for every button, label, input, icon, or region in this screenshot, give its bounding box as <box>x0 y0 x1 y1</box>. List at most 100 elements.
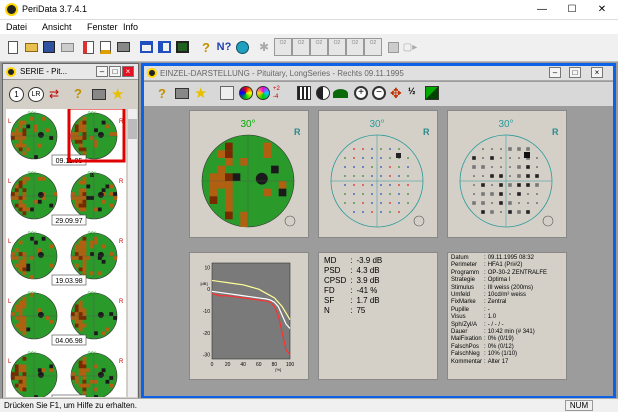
serie-l-marker-0: L <box>8 119 12 125</box>
grid-view-icon[interactable] <box>174 38 190 56</box>
color-wheel-icon[interactable] <box>239 86 253 100</box>
split-vertical-icon[interactable] <box>156 38 172 56</box>
split-horizontal-icon[interactable] <box>138 38 154 56</box>
numeric-scale-marker <box>413 215 425 227</box>
palette-icon[interactable] <box>220 86 234 100</box>
serie-left-field-2-cell <box>18 259 23 264</box>
serie-right-field-2-cell <box>82 236 87 241</box>
color-wheel-2-icon[interactable] <box>256 86 270 100</box>
einzel-help-icon[interactable]: ? <box>158 86 166 101</box>
serie-right-field-0-cell <box>71 132 75 136</box>
serie-left-field-2-cell <box>22 263 27 268</box>
serie-right-field-2-cell <box>109 252 114 256</box>
serie-left-field-2-cell <box>11 256 15 260</box>
export-icon[interactable] <box>80 38 96 56</box>
close-button[interactable]: ✕ <box>587 0 617 20</box>
grid-symbols-icon[interactable] <box>297 86 311 100</box>
green-fill-icon[interactable] <box>425 86 439 100</box>
serie-one-icon[interactable]: 1 <box>9 87 24 102</box>
open-folder-icon[interactable] <box>23 38 39 56</box>
serie-right-field-0-cell <box>105 124 110 129</box>
whats-this-icon[interactable]: N? <box>216 38 232 56</box>
einzel-star-icon[interactable]: ★ <box>194 84 207 102</box>
main-field-cell <box>271 165 279 174</box>
info-cell: 10% (1/10) <box>487 351 518 358</box>
einzel-minimize-button[interactable]: – <box>549 67 561 78</box>
serie-print-icon[interactable] <box>92 89 106 100</box>
info-cell: MalFixation <box>451 336 482 343</box>
info-row: FalschNeg:10% (1/10) <box>450 351 548 358</box>
serie-close-button[interactable]: × <box>122 66 134 77</box>
serie-lr-icon[interactable]: LR <box>28 87 44 102</box>
numeric-point <box>380 211 382 213</box>
serie-help-icon[interactable]: ? <box>74 86 82 101</box>
menu-ansicht[interactable]: Ansicht <box>42 22 72 32</box>
app-icon[interactable] <box>5 3 18 16</box>
info-cell: Alter 17 <box>487 358 509 365</box>
zoom-in-icon[interactable]: + <box>354 86 368 100</box>
prob-symbol <box>517 147 521 151</box>
grayscale-field-panel[interactable]: 30° R <box>189 110 309 238</box>
hill-of-vision-icon[interactable] <box>333 89 348 98</box>
main-field-cell <box>209 181 218 189</box>
info-row: Datum:09.11.1995 08:32 <box>450 255 548 262</box>
move-icon[interactable]: ✥ <box>390 85 402 102</box>
serie-arrows-icon[interactable]: ⇄ <box>49 87 64 102</box>
numeric-point <box>362 166 364 168</box>
open-gray-icon[interactable] <box>59 38 75 56</box>
menu-fenster[interactable]: Fenster <box>87 22 118 32</box>
serie-left-field-3-cell <box>22 331 27 336</box>
numeric-values-icon[interactable]: +2 -4 <box>273 85 289 101</box>
help-icon[interactable]: ? <box>198 38 214 56</box>
print-icon[interactable] <box>115 38 131 56</box>
info-cell: Stimulus <box>451 284 475 291</box>
einzel-print-icon[interactable] <box>175 88 189 99</box>
serie-right-field-4-cell <box>82 356 87 361</box>
numeric-field-panel[interactable]: 30° R <box>318 110 438 238</box>
serie-window-titlebar[interactable]: SERIE - Pit... – □ × <box>3 64 138 80</box>
serie-star-icon[interactable]: ★ <box>111 85 124 103</box>
o2-mode-1-icon: O2 <box>274 38 292 56</box>
minimize-button[interactable]: — <box>527 0 557 20</box>
hemisphere-icon[interactable] <box>316 86 330 100</box>
serie-right-field-3-cell <box>78 308 83 313</box>
menu-datei[interactable]: Datei <box>6 22 27 32</box>
main-field-cell <box>225 188 233 197</box>
stat-cell: -41 % <box>356 286 378 295</box>
save-icon[interactable] <box>41 38 57 56</box>
serie-minimize-button[interactable]: – <box>96 66 108 77</box>
prob-symbol <box>499 201 503 205</box>
einzel-maximize-button[interactable]: □ <box>569 67 581 78</box>
new-file-icon[interactable] <box>5 38 21 56</box>
prob-point <box>518 202 520 204</box>
stat-cell: -3.9 dB <box>356 256 383 265</box>
info-cell: Visus <box>451 314 466 321</box>
globe-icon[interactable] <box>234 38 250 56</box>
numeric-point <box>353 148 355 150</box>
einzel-window: EINZEL-DARSTELLUNG - Pituitary, LongSeri… <box>141 63 616 399</box>
zoom-out-icon[interactable]: − <box>372 86 386 100</box>
serie-thumbnail-list[interactable]: 30° 30° L R 09.11.95 30° 30° L R 29.09.97 30° 30° L R… <box>6 109 126 397</box>
einzel-close-button[interactable]: × <box>591 67 603 78</box>
probability-field-panel[interactable]: 30° R <box>447 110 567 238</box>
serie-right-field-0-cell <box>74 124 79 129</box>
menu-info[interactable]: Info <box>123 22 138 32</box>
maximize-button[interactable]: ☐ <box>557 0 587 20</box>
bebie-curve-panel[interactable]: 10 0 -10 -20 -30 0 20 40 60 80 100 [dB] [%] <box>189 252 309 380</box>
scroll-thumb[interactable] <box>128 119 137 139</box>
serie-maximize-button[interactable]: □ <box>109 66 121 77</box>
serie-right-field-2-cell <box>101 244 106 249</box>
numeric-point <box>353 157 355 159</box>
serie-right-field-1-cell <box>113 192 117 196</box>
prob-point <box>509 157 511 159</box>
einzel-window-titlebar[interactable]: EINZEL-DARSTELLUNG - Pituitary, LongSeri… <box>144 66 613 81</box>
import-icon[interactable] <box>97 38 113 56</box>
serie-right-field-4-cell <box>101 368 106 373</box>
half-icon[interactable]: ½ <box>408 86 416 96</box>
serie-right-field-0-cell <box>78 124 83 129</box>
serie-right-field-4-cell <box>78 364 83 369</box>
menu-bar: Datei Ansicht Fenster Info <box>0 20 618 34</box>
prob-point <box>473 175 475 177</box>
serie-right-field-3-cell <box>74 308 79 313</box>
serie-scrollbar[interactable] <box>127 109 137 397</box>
